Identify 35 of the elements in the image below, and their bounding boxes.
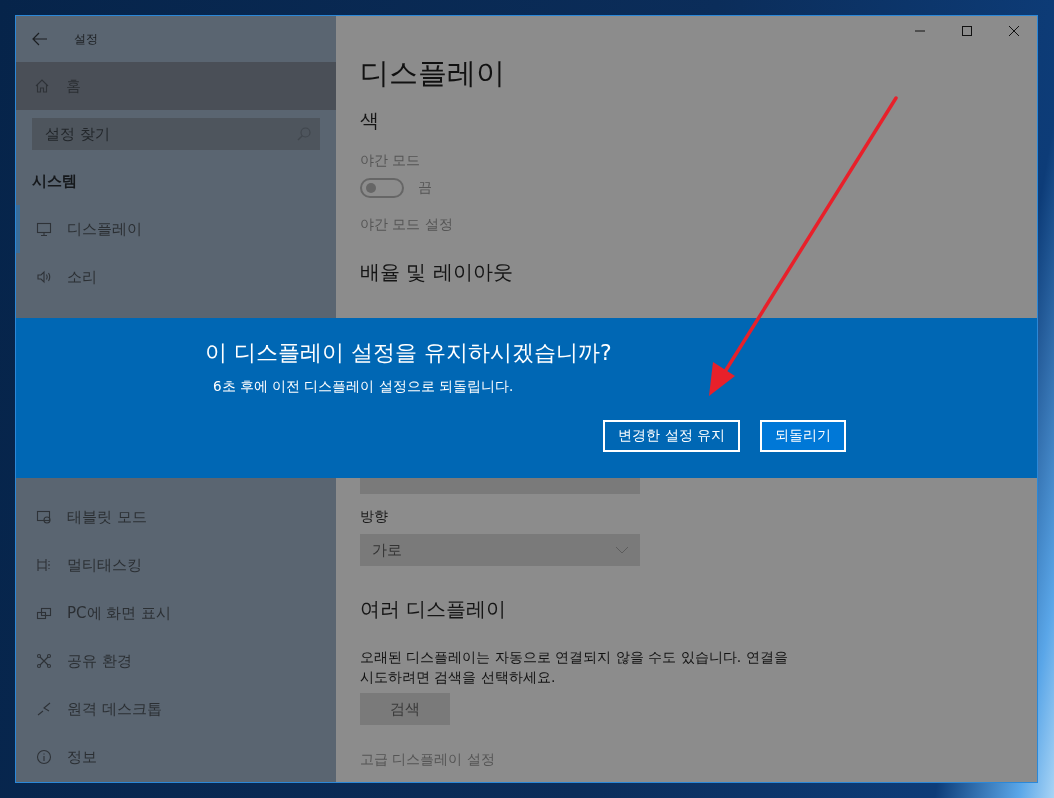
projector-icon (36, 605, 52, 621)
orientation-label: 방향 (360, 508, 388, 526)
section-heading: 여러 디스플레이 (360, 596, 507, 623)
section-heading: 색 (360, 108, 379, 133)
info-icon (36, 749, 52, 765)
maximize-icon (961, 26, 972, 36)
speaker-icon (36, 269, 52, 285)
revert-button[interactable]: 되돌리기 (760, 420, 846, 452)
sidebar-item[interactable]: 소리 (16, 253, 336, 301)
orientation-dropdown[interactable]: 가로 (360, 534, 640, 566)
close-icon (1008, 26, 1019, 36)
section-heading: 시스템 (32, 172, 78, 191)
tablet-icon (36, 509, 52, 525)
sidebar-item[interactable]: 공유 환경 (16, 637, 336, 685)
window-title: 설정 (74, 30, 98, 48)
dialog-title: 이 디스플레이 설정을 유지하시겠습니까? (205, 339, 613, 367)
sidebar-item[interactable]: 태블릿 모드 (16, 493, 336, 541)
chevron-down-icon (616, 546, 628, 554)
night-light-toggle[interactable] (360, 178, 404, 198)
multitasking-icon (36, 557, 52, 573)
sidebar-item[interactable]: 원격 데스크톱 (16, 685, 336, 733)
description-text: 오래된 디스플레이는 자동으로 연결되지 않을 수도 있습니다. 연결을 시도하려면 검색을 선택하세요. (360, 648, 789, 687)
dialog-message: 6초 후에 이전 디스플레이 설정으로 되돌립니다. (213, 378, 515, 396)
sidebar-item[interactable]: 정보 (16, 733, 336, 781)
detect-button[interactable]: 검색 (360, 693, 450, 725)
page-title: 디스플레이 (360, 55, 505, 92)
section-heading: 배율 및 레이아웃 (360, 259, 513, 286)
remote-desktop-icon (36, 701, 52, 717)
back-arrow-icon[interactable] (32, 32, 48, 46)
sidebar-item[interactable]: PC에 화면 표시 (16, 589, 336, 637)
network-icon (36, 653, 52, 669)
keep-changes-button[interactable]: 변경한 설정 유지 (603, 420, 740, 452)
monitor-icon (36, 221, 52, 237)
sidebar-item[interactable]: 멀티태스킹 (16, 541, 336, 589)
home-icon (34, 78, 50, 94)
